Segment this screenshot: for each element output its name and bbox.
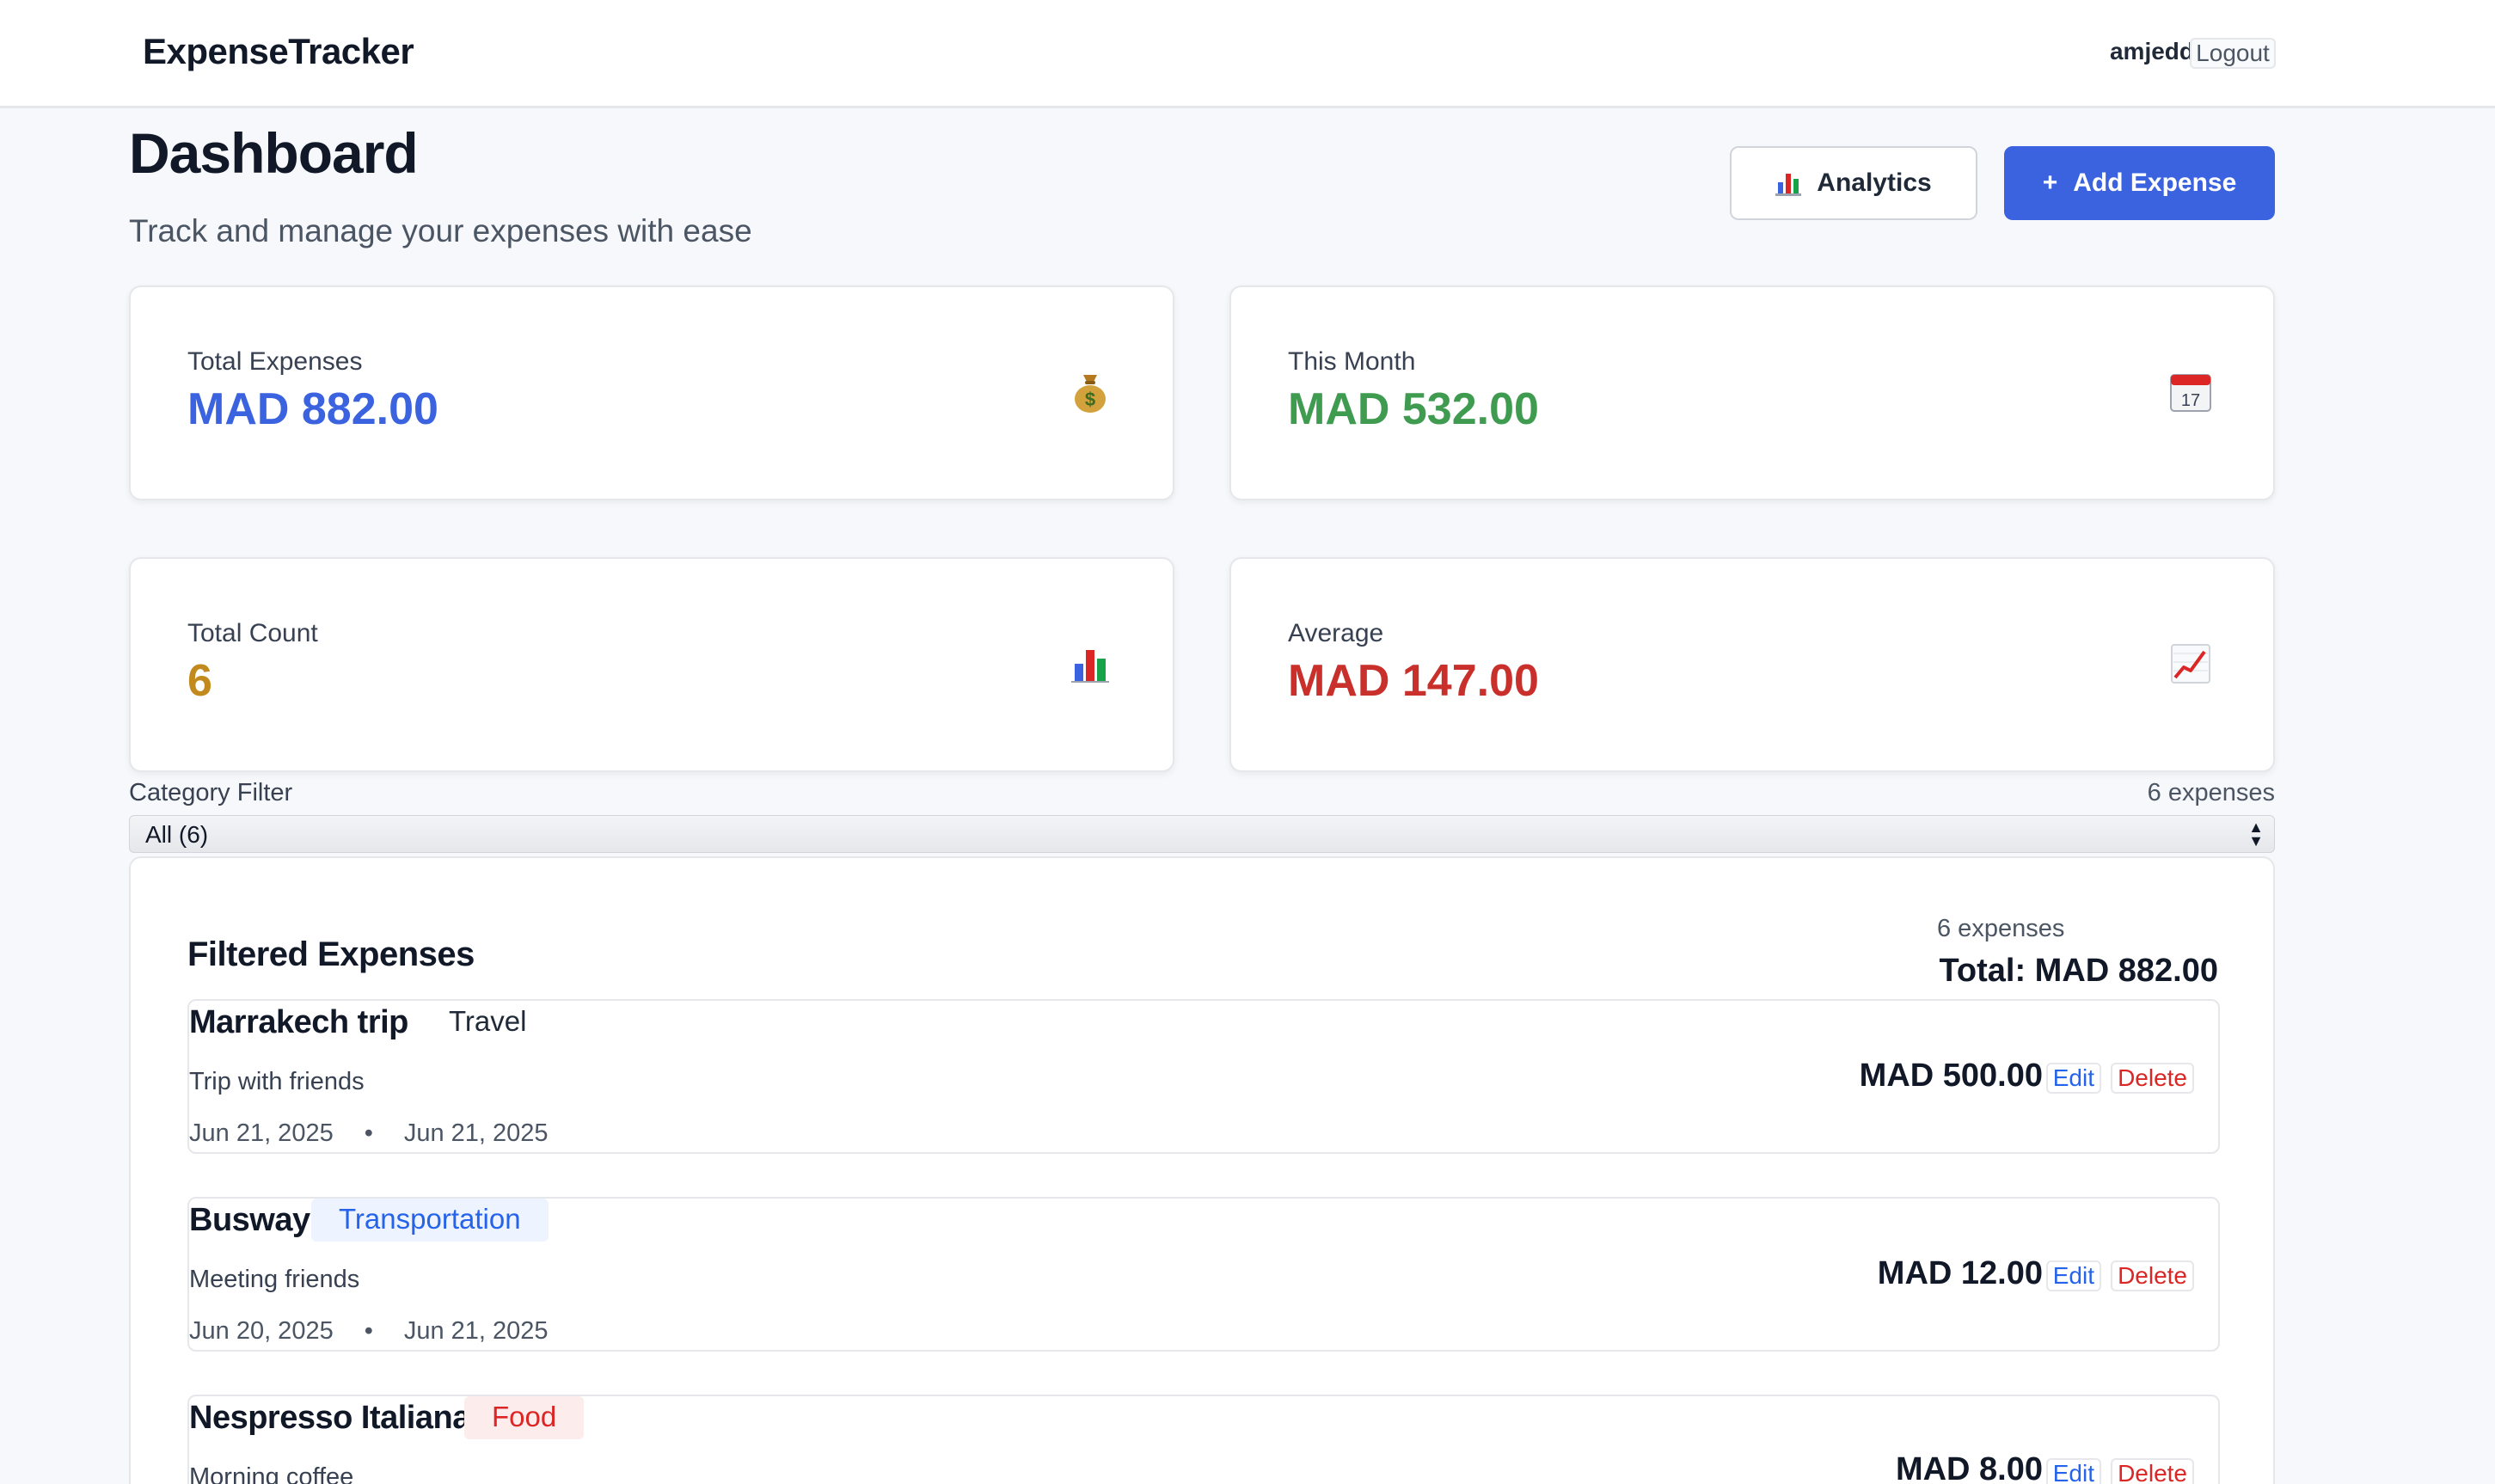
analytics-button[interactable]: Analytics <box>1730 146 1977 220</box>
stat-card-average: Average MAD 147.00 <box>1229 557 2275 772</box>
separator-dot: • <box>364 1119 373 1147</box>
expense-title: Busway <box>189 1202 310 1238</box>
expense-item: Marrakech trip Travel Trip with friends … <box>187 999 2220 1154</box>
expense-item: Nespresso Italiana Food Morning coffee M… <box>187 1395 2220 1484</box>
plus-icon: + <box>2042 169 2058 197</box>
category-badge: Transportation <box>311 1199 549 1242</box>
expense-date: Jun 20, 2025 <box>189 1317 334 1345</box>
category-filter-label: Category Filter <box>129 779 293 806</box>
svg-text:$: $ <box>1085 389 1095 410</box>
stat-card-total-expenses: Total Expenses MAD 882.00 $ <box>129 285 1174 500</box>
expense-description: Meeting friends <box>189 1266 360 1293</box>
trend-up-icon <box>2171 644 2210 684</box>
expense-title: Nespresso Italiana <box>189 1400 470 1436</box>
navbar: ExpenseTracker amjedd Logout <box>0 0 2495 108</box>
expense-date: Jun 21, 2025 <box>403 1317 549 1345</box>
expense-date: Jun 21, 2025 <box>189 1119 334 1147</box>
expense-amount: MAD 8.00 <box>1895 1451 2043 1484</box>
brand-logo[interactable]: ExpenseTracker <box>143 31 414 72</box>
stat-value: MAD 147.00 <box>1288 656 1539 706</box>
delete-button[interactable]: Delete <box>2111 1260 2194 1291</box>
analytics-label: Analytics <box>1817 169 1932 197</box>
stat-value: MAD 882.00 <box>187 384 438 434</box>
category-filter-value: All (6) <box>145 821 209 848</box>
money-bag-icon: $ <box>1075 375 1106 413</box>
edit-button[interactable]: Edit <box>2045 1063 2101 1094</box>
expense-dates: Jun 21, 2025 • Jun 21, 2025 <box>189 1119 549 1148</box>
delete-button[interactable]: Delete <box>2111 1458 2194 1484</box>
page-subtitle: Track and manage your expenses with ease <box>129 213 752 248</box>
panel-title: Filtered Expenses <box>187 935 475 973</box>
expense-amount: MAD 500.00 <box>1859 1058 2043 1094</box>
calendar-icon: 17 <box>2170 374 2211 412</box>
stat-label: This Month <box>1288 347 1416 376</box>
expense-item: Busway Transportation Meeting friends Ju… <box>187 1197 2220 1352</box>
add-expense-button[interactable]: + Add Expense <box>2004 146 2275 220</box>
delete-button[interactable]: Delete <box>2111 1063 2194 1094</box>
category-filter-select[interactable]: All (6) ▲ ▼ <box>129 815 2275 853</box>
filter-expense-count: 6 expenses <box>2147 779 2275 806</box>
stat-label: Total Count <box>187 619 318 647</box>
edit-button[interactable]: Edit <box>2045 1458 2101 1484</box>
stat-value: MAD 532.00 <box>1288 384 1539 434</box>
stat-card-this-month: This Month MAD 532.00 17 <box>1229 285 2275 500</box>
expense-amount: MAD 12.00 <box>1877 1255 2043 1291</box>
expense-date: Jun 21, 2025 <box>403 1119 549 1147</box>
stat-card-total-count: Total Count 6 <box>129 557 1174 772</box>
filtered-expenses-panel: Filtered Expenses 6 expenses Total: MAD … <box>129 856 2275 1484</box>
separator-dot: • <box>364 1317 373 1345</box>
stat-label: Average <box>1288 619 1384 647</box>
stat-label: Total Expenses <box>187 347 363 376</box>
page-title: Dashboard <box>129 121 419 185</box>
select-arrows-icon: ▲ ▼ <box>2248 819 2264 849</box>
edit-button[interactable]: Edit <box>2045 1260 2101 1291</box>
svg-text:17: 17 <box>2181 391 2200 410</box>
expense-description: Morning coffee <box>189 1463 354 1484</box>
logout-button[interactable]: Logout <box>2190 38 2276 69</box>
add-expense-label: Add Expense <box>2073 169 2237 197</box>
expense-title: Marrakech trip <box>189 1004 408 1040</box>
bar-chart-icon <box>1071 645 1109 683</box>
stat-value: 6 <box>187 656 212 706</box>
panel-expense-count: 6 expenses <box>1937 915 2065 942</box>
category-badge: Travel <box>421 1001 555 1044</box>
bar-chart-icon <box>1775 174 1802 196</box>
panel-total: Total: MAD 882.00 <box>1939 953 2218 989</box>
expense-dates: Jun 20, 2025 • Jun 21, 2025 <box>189 1317 549 1346</box>
expense-description: Trip with friends <box>189 1068 365 1095</box>
category-badge: Food <box>464 1396 585 1439</box>
username: amjedd <box>2109 38 2194 64</box>
